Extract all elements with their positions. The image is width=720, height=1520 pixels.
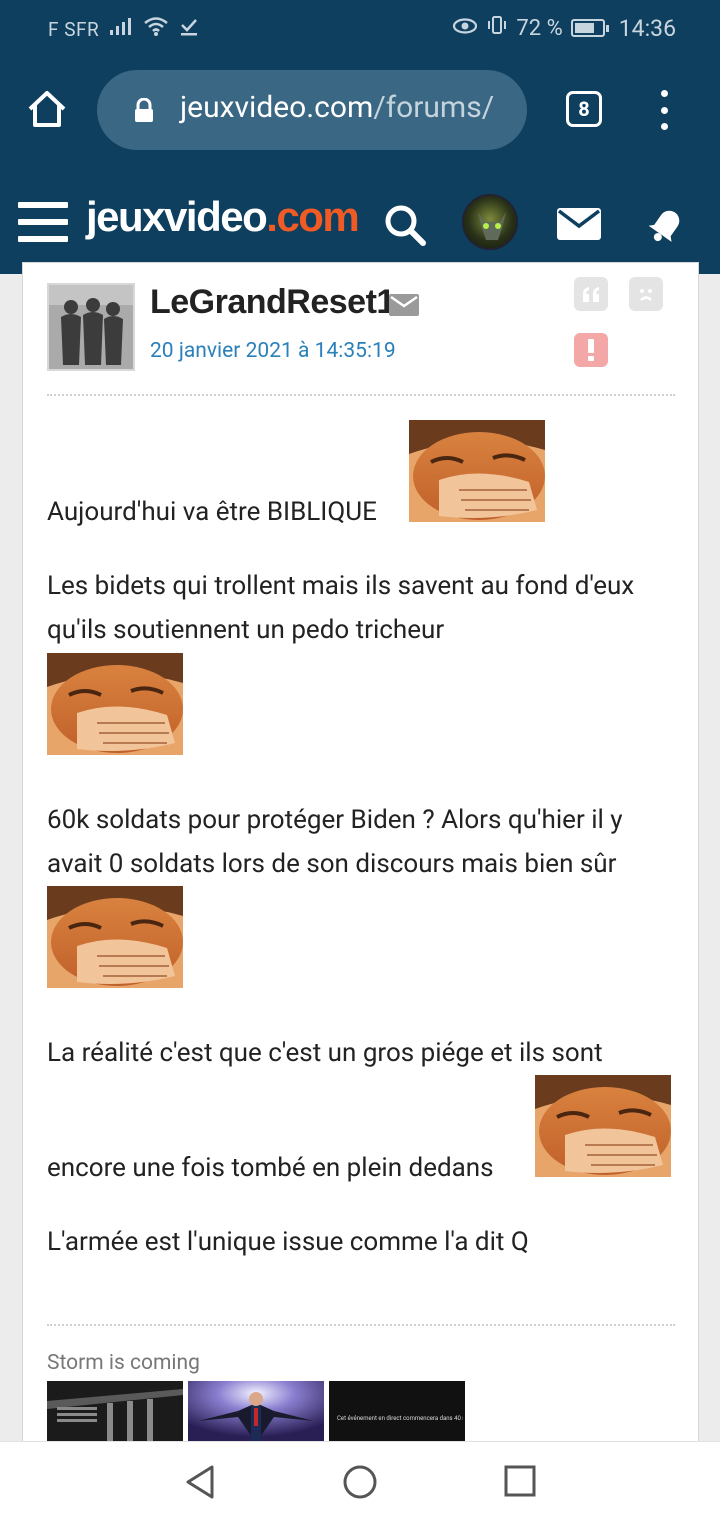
check-download-icon	[179, 16, 199, 42]
browser-chrome: F SFR 72 % 14:36 jeuxvideo.com/forums/ 8	[0, 0, 720, 167]
signature-divider	[47, 1324, 675, 1326]
carrier-name: F SFR	[48, 17, 100, 41]
post-paragraph: encore une fois tombé en plein dedans	[47, 1153, 494, 1183]
risitas-sticker-image	[47, 886, 183, 988]
alert-icon	[588, 339, 594, 361]
url-bar: jeuxvideo.com/forums/ 8	[0, 56, 720, 167]
forum-post: LeGrandReset1 20 janvier 2021 à 14:35:19…	[22, 262, 699, 1452]
blacklist-button[interactable]	[629, 277, 663, 311]
recents-icon[interactable]	[504, 1464, 536, 1502]
mail-icon[interactable]	[556, 207, 602, 245]
battery-icon	[570, 19, 609, 37]
battery-percent: 72 %	[516, 15, 563, 41]
signature-image-warehouse[interactable]	[47, 1381, 183, 1443]
post-paragraph: L'armée est l'unique issue comme l'a dit…	[47, 1227, 529, 1257]
signature-image-figure[interactable]	[188, 1381, 324, 1443]
post-paragraph: Aujourd'hui va être BIBLIQUE	[47, 497, 377, 527]
signal-icon	[109, 16, 133, 42]
search-icon[interactable]	[383, 203, 427, 251]
status-left: F SFR	[48, 15, 199, 43]
quote-button[interactable]	[574, 277, 608, 311]
video-caption: Cet événement en direct commencera dans …	[337, 1415, 463, 1422]
status-bar: F SFR 72 % 14:36	[0, 0, 720, 56]
home-icon	[28, 91, 66, 127]
wifi-icon	[143, 15, 169, 43]
risitas-sticker-image	[47, 653, 183, 755]
home-circle-icon[interactable]	[342, 1464, 378, 1504]
menu-dot	[660, 123, 668, 130]
quote-icon	[583, 287, 599, 302]
browser-menu-button[interactable]	[654, 90, 674, 130]
post-date-link[interactable]: 20 janvier 2021 à 14:35:19	[150, 339, 396, 363]
vibrate-icon	[486, 14, 508, 42]
lock-icon	[133, 97, 155, 128]
sad-face-icon	[640, 289, 652, 301]
android-nav-bar	[0, 1441, 720, 1520]
signature-text: Storm is coming	[47, 1351, 200, 1375]
tab-switcher-button[interactable]: 8	[566, 91, 602, 127]
battery-level	[574, 23, 594, 33]
author-name[interactable]: LeGrandReset1	[150, 283, 395, 322]
signature-image-video[interactable]: Cet événement en direct commencera dans …	[329, 1381, 465, 1443]
url-domain: jeuxvideo.com	[180, 90, 374, 125]
post-paragraph: Les bidets qui trollent mais ils savent …	[47, 571, 635, 645]
author-avatar[interactable]	[47, 283, 135, 371]
home-button[interactable]	[24, 86, 70, 132]
header-divider	[47, 394, 675, 396]
site-header: jeuxvideo.com	[0, 167, 720, 274]
url-path: /forums/	[373, 90, 495, 125]
menu-dot	[660, 90, 668, 97]
clock: 14:36	[618, 14, 676, 42]
logo-main: jeuxvideo	[86, 193, 268, 240]
screen: F SFR 72 % 14:36 jeuxvideo.com/forums/ 8…	[0, 0, 720, 1520]
report-button[interactable]	[574, 333, 608, 367]
url-text: jeuxvideo.com/forums/	[180, 90, 494, 125]
site-logo[interactable]: jeuxvideo.com	[86, 193, 360, 241]
eye-comfort-icon	[452, 16, 478, 41]
post-paragraph: 60k soldats pour protéger Biden ? Alors …	[47, 805, 623, 879]
post-paragraph: La réalité c'est que c'est un gros piége…	[47, 1038, 603, 1068]
status-right: 72 % 14:36	[452, 14, 676, 42]
risitas-sticker-image	[409, 420, 545, 522]
back-icon[interactable]	[184, 1464, 216, 1504]
bell-icon[interactable]	[646, 202, 688, 250]
logo-suffix: .com	[266, 193, 360, 240]
menu-dot	[660, 106, 668, 114]
send-message-icon[interactable]	[389, 294, 419, 320]
menu-icon[interactable]	[18, 202, 68, 242]
user-avatar-icon[interactable]	[462, 194, 518, 250]
address-bar[interactable]: jeuxvideo.com/forums/	[97, 70, 527, 150]
